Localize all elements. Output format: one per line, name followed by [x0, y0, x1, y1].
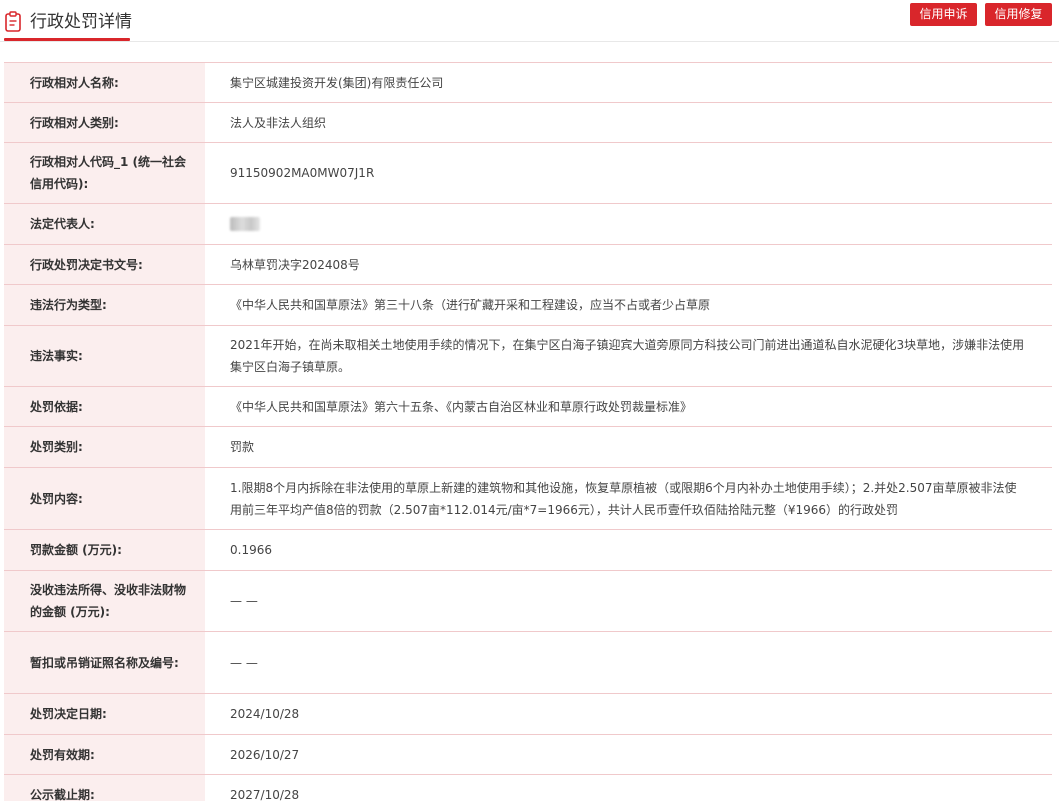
credit-repair-button[interactable]: 信用修复 — [985, 3, 1052, 26]
row-value: 法人及非法人组织 — [230, 115, 327, 130]
title-area: 行政处罚详情 — [4, 8, 132, 42]
row-label: 罚款金额 (万元): — [4, 530, 205, 570]
row-value: 《中华人民共和国草原法》第六十五条、《内蒙古自治区林业和草原行政处罚裁量标准》 — [230, 399, 693, 414]
row-value: 2021年开始，在尚未取相关土地使用手续的情况下，在集宁区白海子镇迎宾大道旁原同… — [230, 338, 1025, 374]
row-label: 行政相对人类别: — [4, 103, 205, 142]
row-label: 处罚内容: — [4, 468, 205, 529]
table-row: 处罚类别: 罚款 — [4, 427, 1052, 468]
row-label: 处罚有效期: — [4, 735, 205, 774]
table-row: 行政相对人代码_1 (统一社会信用代码): 91150902MA0MW07J1R — [4, 143, 1052, 204]
row-label: 没收违法所得、没收非法财物的金额 (万元): — [4, 571, 205, 631]
table-row: 处罚内容: 1.限期8个月内拆除在非法使用的草原上新建的建筑物和其他设施，恢复草… — [4, 468, 1052, 530]
table-row: 行政相对人名称: 集宁区城建投资开发(集团)有限责任公司 — [4, 63, 1052, 103]
row-label: 处罚类别: — [4, 427, 205, 467]
table-row: 处罚决定日期: 2024/10/28 — [4, 694, 1052, 735]
row-value — [205, 204, 1052, 244]
table-row: 没收违法所得、没收非法财物的金额 (万元): — — — [4, 571, 1052, 632]
row-label: 违法行为类型: — [4, 285, 205, 325]
row-value: 2027/10/28 — [230, 787, 300, 801]
row-label: 法定代表人: — [4, 204, 205, 244]
table-row: 违法事实: 2021年开始，在尚未取相关土地使用手续的情况下，在集宁区白海子镇迎… — [4, 326, 1052, 387]
row-value: 乌林草罚决字202408号 — [230, 257, 360, 272]
table-row: 处罚有效期: 2026/10/27 — [4, 735, 1052, 775]
table-row: 行政处罚决定书文号: 乌林草罚决字202408号 — [4, 245, 1052, 285]
row-value: — — — [230, 594, 258, 608]
row-value: 0.1966 — [230, 543, 272, 557]
row-label: 行政处罚决定书文号: — [4, 245, 205, 284]
row-value: — — — [230, 655, 258, 670]
redacted-name — [230, 217, 260, 231]
row-value: 2024/10/28 — [230, 707, 300, 721]
row-label: 行政相对人名称: — [4, 63, 205, 102]
row-label: 公示截止期: — [4, 775, 205, 801]
page-header: 行政处罚详情 信用申诉 信用修复 — [0, 0, 1059, 42]
table-row: 暂扣或吊销证照名称及编号: — — — [4, 632, 1052, 694]
credit-appeal-button[interactable]: 信用申诉 — [910, 3, 977, 26]
row-label: 处罚依据: — [4, 387, 205, 426]
row-label: 违法事实: — [4, 326, 205, 386]
table-row: 违法行为类型: 《中华人民共和国草原法》第三十八条（进行矿藏开采和工程建设，应当… — [4, 285, 1052, 326]
row-label: 暂扣或吊销证照名称及编号: — [4, 632, 205, 693]
page-title: 行政处罚详情 — [30, 12, 132, 32]
row-value: 集宁区城建投资开发(集团)有限责任公司 — [230, 75, 444, 90]
row-value: 91150902MA0MW07J1R — [230, 166, 375, 180]
penalty-detail-table: 行政相对人名称: 集宁区城建投资开发(集团)有限责任公司 行政相对人类别: 法人… — [4, 62, 1052, 801]
table-row: 行政相对人类别: 法人及非法人组织 — [4, 103, 1052, 143]
table-row: 罚款金额 (万元): 0.1966 — [4, 530, 1052, 571]
row-value: 《中华人民共和国草原法》第三十八条（进行矿藏开采和工程建设，应当不占或者少占草原 — [230, 298, 711, 312]
table-row: 法定代表人: — [4, 204, 1052, 245]
row-label: 行政相对人代码_1 (统一社会信用代码): — [4, 143, 205, 203]
clipboard-icon — [5, 11, 21, 32]
row-value: 2026/10/27 — [230, 747, 300, 762]
row-value: 罚款 — [230, 440, 255, 454]
row-value: 1.限期8个月内拆除在非法使用的草原上新建的建筑物和其他设施，恢复草原植被（或限… — [230, 480, 1017, 517]
row-label: 处罚决定日期: — [4, 694, 205, 734]
title-underline — [4, 38, 130, 41]
table-row: 公示截止期: 2027/10/28 — [4, 775, 1052, 801]
table-row: 处罚依据: 《中华人民共和国草原法》第六十五条、《内蒙古自治区林业和草原行政处罚… — [4, 387, 1052, 427]
